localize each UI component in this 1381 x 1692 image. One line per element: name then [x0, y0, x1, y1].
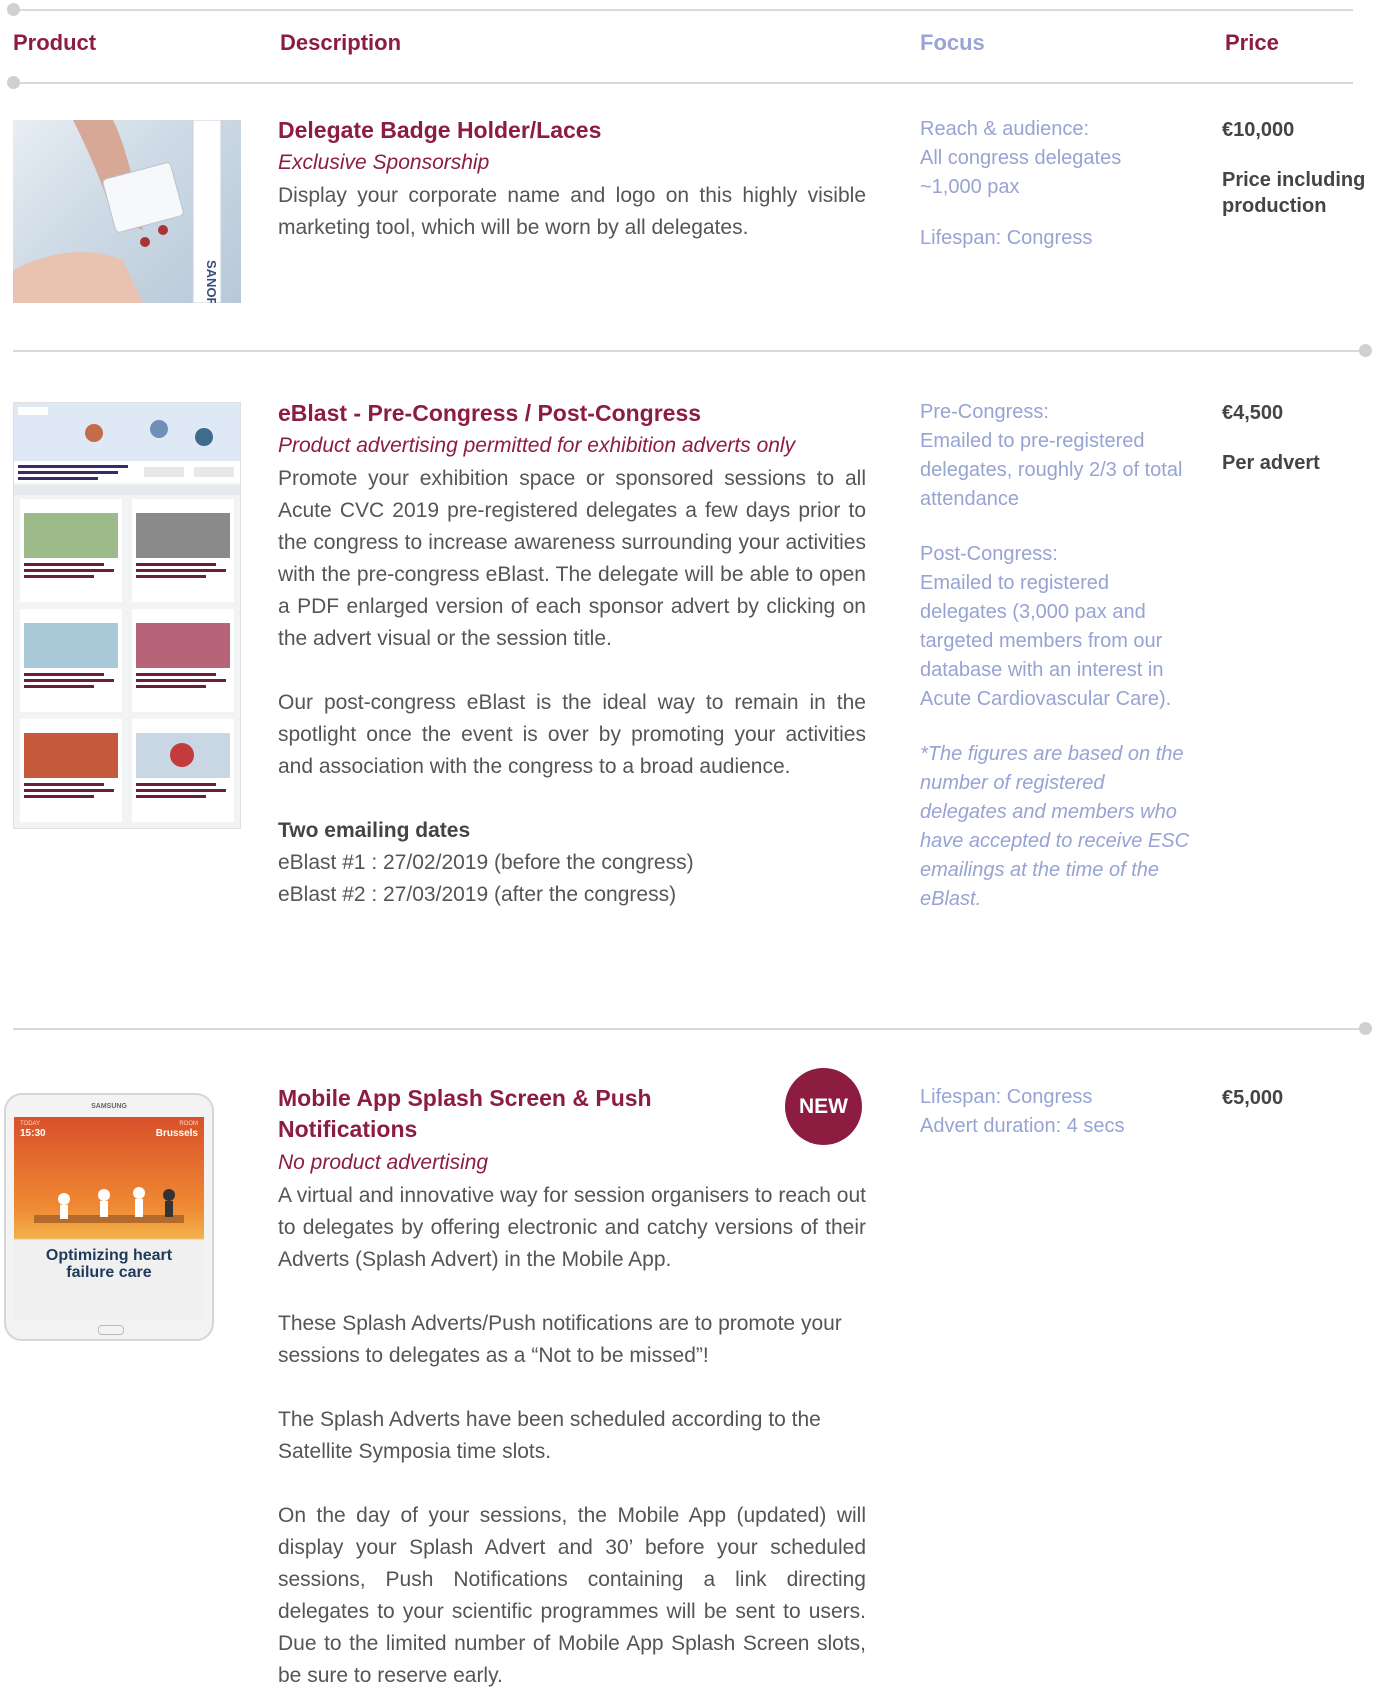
- description-paragraph: A virtual and innovative way for session…: [278, 1184, 866, 1271]
- item-subtitle: No product advertising: [278, 1151, 489, 1174]
- tablet-splash-photo: SAMSUNG TODAY 15:30 ROOM Brussels Optimi…: [4, 1093, 214, 1341]
- item-focus: Lifespan: Congress Advert duration: 4 se…: [920, 1083, 1190, 1141]
- item-price: €4,500 Per advert: [1222, 400, 1380, 502]
- tablet-illustration: [34, 1187, 184, 1223]
- tablet-brand: SAMSUNG: [91, 1103, 127, 1110]
- header-rule: [13, 82, 1353, 84]
- description-paragraph: Display your corporate name and logo on …: [278, 184, 866, 239]
- description-paragraph: On the day of your sessions, the Mobile …: [278, 1504, 866, 1687]
- price-value: €10,000: [1222, 119, 1295, 141]
- col-header-focus: Focus: [920, 30, 985, 55]
- price-value: €5,000: [1222, 1087, 1284, 1109]
- item-price: €5,000: [1222, 1085, 1380, 1137]
- tablet-room-label: ROOM: [179, 1121, 198, 1127]
- description-paragraph: Promote your exhibition space or sponsor…: [278, 467, 866, 650]
- focus-paragraph: Pre-Congress: Emailed to pre-registered …: [920, 401, 1183, 510]
- col-header-description: Description: [280, 30, 402, 55]
- item-separator: [13, 1028, 1366, 1030]
- lanyard-text: SANOFI: [204, 260, 219, 303]
- col-header-price: Price: [1225, 30, 1279, 55]
- focus-paragraph: Lifespan: Congress: [920, 227, 1093, 249]
- item-description: Display your corporate name and logo on …: [278, 180, 866, 244]
- item-title: eBlast - Pre-Congress / Post-Congress: [278, 400, 702, 426]
- item-subtitle: Exclusive Sponsorship: [278, 151, 490, 174]
- description-paragraph: The Splash Adverts have been scheduled a…: [278, 1408, 821, 1463]
- tablet-screen: TODAY 15:30 ROOM Brussels Optimizing hea…: [14, 1117, 204, 1319]
- tablet-headline: Optimizing heart failure care: [45, 1247, 173, 1281]
- item-price: €10,000 Price including production: [1222, 117, 1380, 245]
- emailing-date: eBlast #2 : 27/03/2019 (after the congre…: [278, 883, 677, 906]
- separator-dot: [1359, 344, 1372, 357]
- tablet-city: Brussels: [155, 1128, 198, 1139]
- separator-dot: [1359, 1022, 1372, 1035]
- item-title: Mobile App Splash Screen & Push Notifica…: [278, 1085, 652, 1142]
- eblast-preview: [13, 402, 241, 829]
- item-description: Promote your exhibition space or sponsor…: [278, 463, 866, 911]
- focus-paragraph: Post-Congress: Emailed to registered del…: [920, 543, 1172, 710]
- item-description: A virtual and innovative way for session…: [278, 1180, 866, 1692]
- tablet-home-button: [98, 1325, 124, 1335]
- badge-holder-photo: SANOFI: [13, 120, 241, 303]
- item-subtitle: Product advertising permitted for exhibi…: [278, 434, 796, 457]
- tablet-today-label: TODAY: [20, 1121, 41, 1127]
- header-rule-dot: [7, 76, 20, 89]
- col-header-product: Product: [13, 30, 97, 55]
- price-note: Price including production: [1222, 169, 1366, 217]
- emailing-dates-title: Two emailing dates: [278, 819, 471, 842]
- description-paragraph: Our post-congress eBlast is the ideal wa…: [278, 691, 866, 778]
- item-separator: [13, 350, 1366, 352]
- new-badge: NEW: [785, 1068, 862, 1145]
- item-focus: Reach & audience: All congress delegates…: [920, 115, 1190, 253]
- top-rule-dot: [7, 3, 20, 16]
- emailing-date: eBlast #1 : 27/02/2019 (before the congr…: [278, 851, 694, 874]
- top-rule: [13, 9, 1353, 11]
- focus-paragraph: Lifespan: Congress Advert duration: 4 se…: [920, 1086, 1125, 1137]
- item-focus: Pre-Congress: Emailed to pre-registered …: [920, 398, 1190, 914]
- price-note: Per advert: [1222, 452, 1320, 474]
- tablet-time: 15:30: [20, 1128, 46, 1139]
- price-value: €4,500: [1222, 402, 1284, 424]
- description-paragraph: These Splash Adverts/Push notifications …: [278, 1312, 842, 1367]
- focus-paragraph: Reach & audience: All congress delegates…: [920, 118, 1122, 198]
- focus-note: *The figures are based on the number of …: [920, 743, 1190, 910]
- item-title: Delegate Badge Holder/Laces: [278, 117, 602, 143]
